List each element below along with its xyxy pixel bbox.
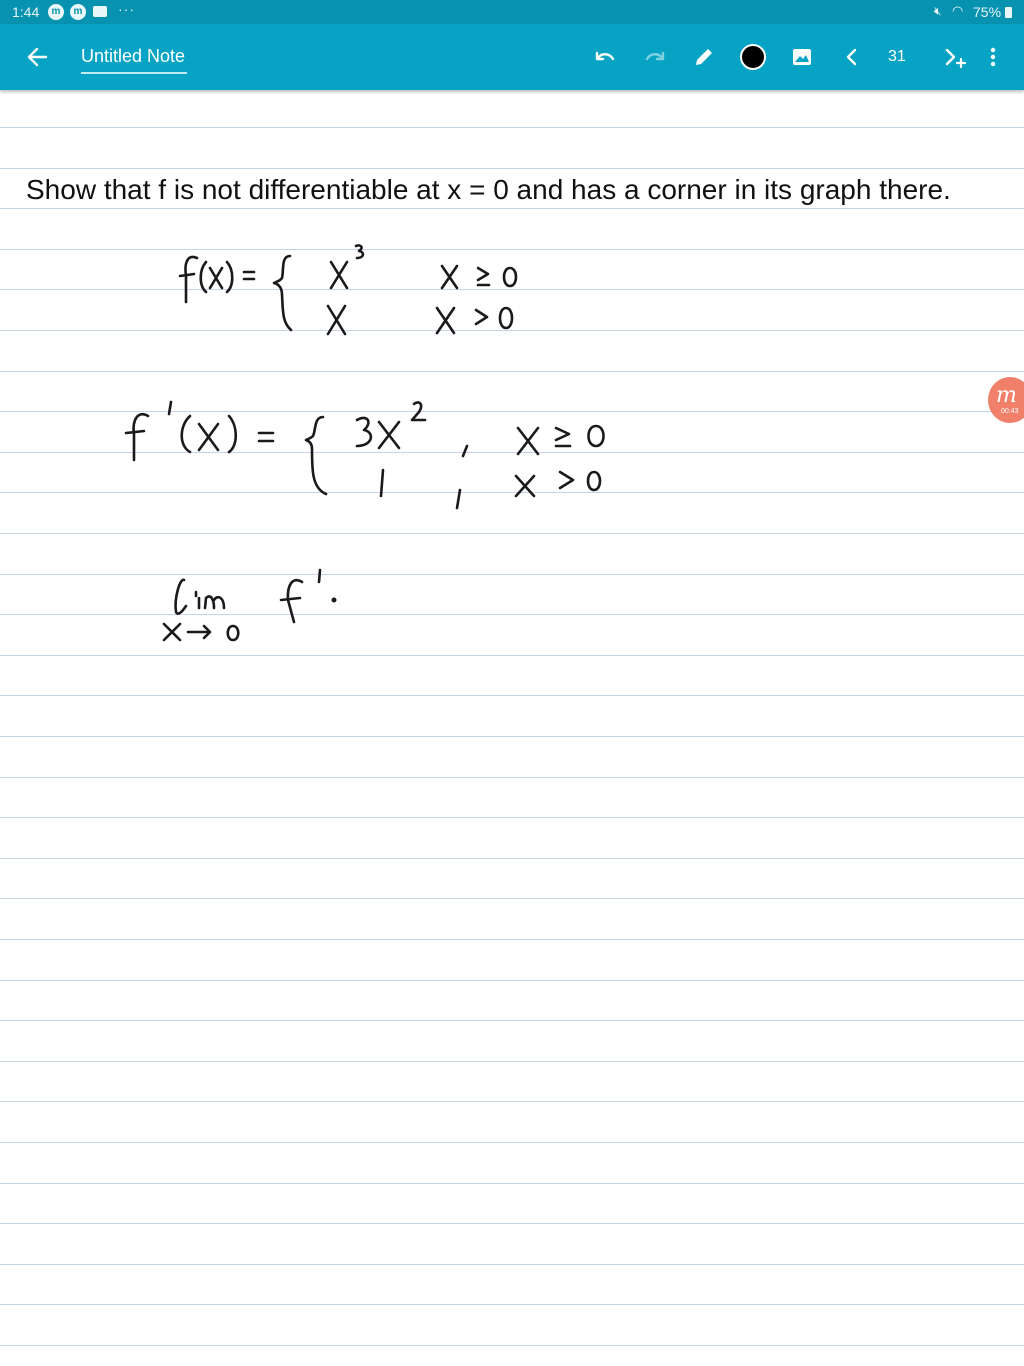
more-notifications: ··· (118, 1, 135, 17)
image-icon[interactable] (789, 44, 815, 70)
clock: 1:44 (12, 4, 40, 20)
note-canvas[interactable] (0, 90, 1024, 1366)
redo-icon[interactable] (642, 44, 668, 70)
gallery-icon (93, 6, 107, 17)
ruled-line (0, 736, 1024, 737)
ruled-line (0, 574, 1024, 575)
ruled-line (0, 1345, 1024, 1346)
ruled-line (0, 939, 1024, 940)
ruled-line (0, 980, 1024, 981)
ruled-line (0, 1101, 1024, 1102)
back-arrow-icon[interactable] (24, 43, 52, 71)
undo-icon[interactable] (592, 44, 618, 70)
ruled-line (0, 1020, 1024, 1021)
ruled-line (0, 1264, 1024, 1265)
ruled-line (0, 1223, 1024, 1224)
ruled-line (0, 898, 1024, 899)
ruled-line (0, 249, 1024, 250)
ruled-line (0, 695, 1024, 696)
recording-badge[interactable]: m 00:43 (988, 377, 1024, 423)
problem-statement: Show that f is not differentiable at x =… (26, 174, 951, 205)
ruled-line (0, 817, 1024, 818)
chevron-left-icon[interactable] (839, 44, 865, 70)
ruled-line (0, 411, 1024, 412)
ruled-line (0, 614, 1024, 615)
ruled-line (0, 492, 1024, 493)
ruled-line (0, 452, 1024, 453)
pen-icon[interactable] (691, 44, 717, 70)
ruled-line (0, 533, 1024, 534)
note-title[interactable]: Untitled Note (81, 46, 185, 67)
app-notification-icon: m (70, 4, 86, 20)
ruled-line (0, 330, 1024, 331)
ruled-line (0, 1142, 1024, 1143)
app-notification-icon: m (48, 4, 64, 20)
app-toolbar: Untitled Note 31 (0, 24, 1024, 90)
page-number: 31 (888, 48, 906, 65)
ruled-line (0, 858, 1024, 859)
color-dot-icon[interactable] (740, 44, 766, 70)
ruled-line (0, 208, 1024, 209)
recorder-logo-icon: m (996, 383, 1017, 408)
next-page-add-icon[interactable] (941, 44, 967, 70)
battery-percent: 75% (973, 4, 1002, 20)
ruled-line (0, 289, 1024, 290)
mute-icon: 🔇︎ (934, 4, 942, 18)
recording-timer: 00:43 (1001, 408, 1019, 415)
title-underline (81, 72, 187, 74)
ruled-line (0, 1061, 1024, 1062)
ruled-line (0, 777, 1024, 778)
ruled-line (0, 168, 1024, 169)
ruled-line (0, 1304, 1024, 1305)
ruled-line (0, 655, 1024, 656)
overflow-menu-icon[interactable] (980, 44, 1006, 70)
ruled-line (0, 127, 1024, 128)
battery-icon (1005, 7, 1012, 18)
status-bar: 1:44 m m ··· 🔇︎ ◠ 75% (0, 0, 1024, 24)
ruled-line (0, 371, 1024, 372)
ruled-line (0, 1183, 1024, 1184)
wifi-icon: ◠ (952, 3, 964, 18)
